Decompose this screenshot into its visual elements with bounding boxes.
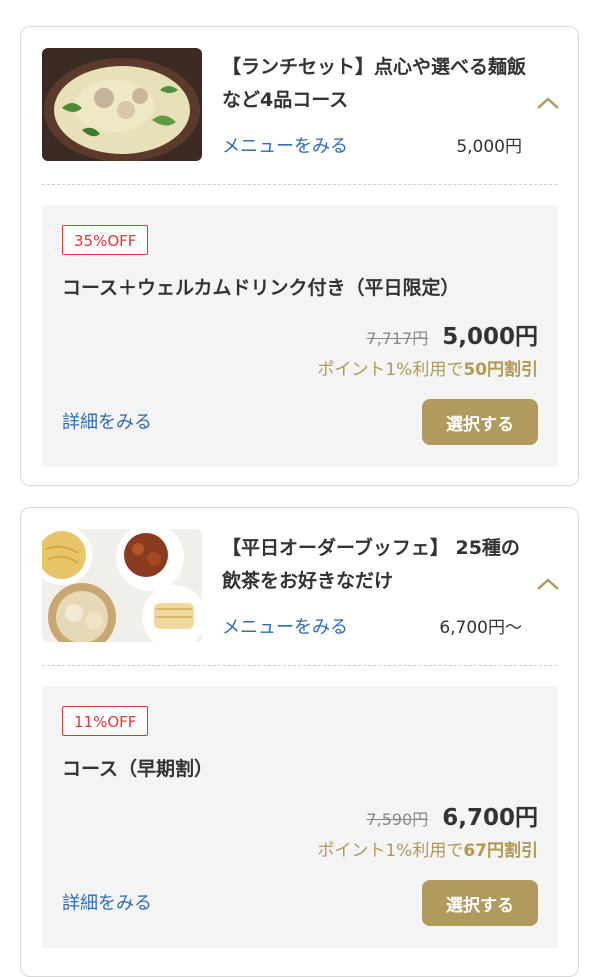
points-prefix: ポイント1%利用で: [317, 360, 464, 380]
plan-panel: 35%OFF コース＋ウェルカムドリンク付き（平日限定） 7,717円 5,00…: [42, 205, 558, 467]
original-price: 7,717円: [366, 329, 429, 348]
plan-panel: 11%OFF コース（早期割） 7,590円 6,700円 ポイント1%利用で6…: [42, 686, 558, 948]
course-title: 【平日オーダーブッフェ】 25種の飲茶をお好きなだけ: [222, 537, 520, 592]
discount-badge: 11%OFF: [62, 706, 149, 736]
points-note: ポイント1%利用で67円割引: [317, 838, 538, 864]
points-prefix: ポイント1%利用で: [317, 841, 464, 861]
points-note: ポイント1%利用で50円割引: [317, 357, 538, 383]
divider: [42, 184, 557, 185]
view-details-link[interactable]: 詳細をみる: [62, 892, 152, 916]
original-price: 7,590円: [366, 810, 429, 829]
course-price: 6,700円〜: [439, 618, 522, 638]
divider: [42, 665, 557, 666]
view-details-link[interactable]: 詳細をみる: [62, 411, 152, 435]
points-discount: 67円割引: [463, 841, 538, 861]
points-discount: 50円割引: [463, 360, 538, 380]
plan-price-row: 7,590円 6,700円: [366, 798, 538, 832]
course-photo[interactable]: [42, 48, 202, 161]
select-button[interactable]: 選択する: [422, 880, 538, 926]
course-photo[interactable]: [42, 529, 202, 642]
chevron-up-icon[interactable]: [535, 95, 561, 111]
course-card: 【平日オーダーブッフェ】 25種の飲茶をお好きなだけ メニューをみる 6,700…: [20, 507, 579, 977]
course-card: 【ランチセット】点心や選べる麺飯など4品コース メニューをみる 5,000円 3…: [20, 26, 579, 486]
plan-price: 6,700円: [442, 805, 538, 831]
course-price: 5,000円: [456, 137, 522, 157]
course-title: 【ランチセット】点心や選べる麺飯など4品コース: [222, 56, 527, 111]
plan-name: コース（早期割）: [62, 758, 214, 780]
plan-price: 5,000円: [442, 324, 538, 350]
chevron-up-icon[interactable]: [535, 576, 561, 592]
view-menu-link[interactable]: メニューをみる: [222, 616, 348, 640]
view-menu-link[interactable]: メニューをみる: [222, 135, 348, 159]
plan-name: コース＋ウェルカムドリンク付き（平日限定）: [62, 277, 460, 299]
discount-badge: 35%OFF: [62, 225, 149, 255]
plan-price-row: 7,717円 5,000円: [366, 317, 538, 351]
select-button[interactable]: 選択する: [422, 399, 538, 445]
